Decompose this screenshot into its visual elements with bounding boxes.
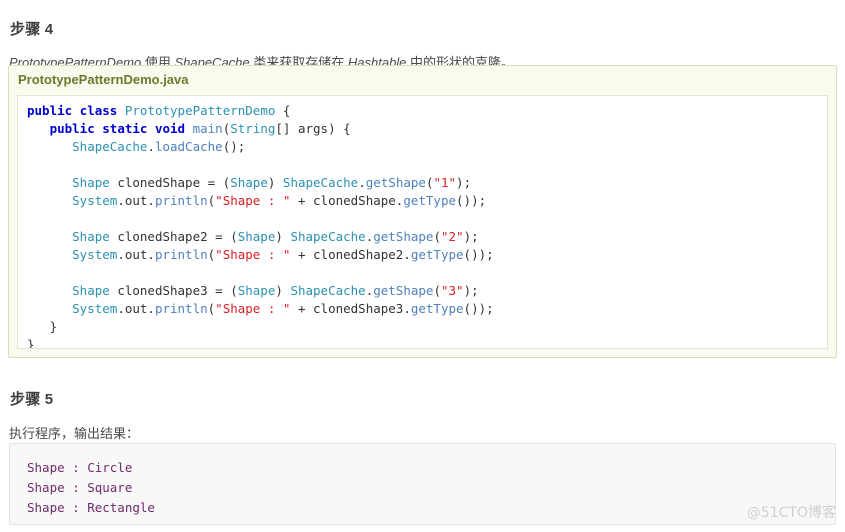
step-4-heading: 步骤 4: [10, 21, 54, 39]
article-page: 步骤 4 PrototypePatternDemo 使用 ShapeCache …: [0, 0, 845, 532]
step-5-heading: 步骤 5: [10, 391, 54, 409]
site-watermark: @51CTO博客: [746, 505, 836, 521]
program-output-text: Shape : Circle Shape : Square Shape : Re…: [27, 460, 155, 515]
code-block-container: PrototypePatternDemo.java public class P…: [8, 65, 837, 358]
program-output-container: Shape : Circle Shape : Square Shape : Re…: [9, 443, 836, 525]
code-block-filename: PrototypePatternDemo.java: [18, 72, 189, 87]
code-block-body[interactable]: public class PrototypePatternDemo { publ…: [17, 95, 828, 349]
java-source-code: public class PrototypePatternDemo { publ…: [27, 103, 494, 349]
step-5-description: 执行程序，输出结果：: [9, 426, 140, 441]
